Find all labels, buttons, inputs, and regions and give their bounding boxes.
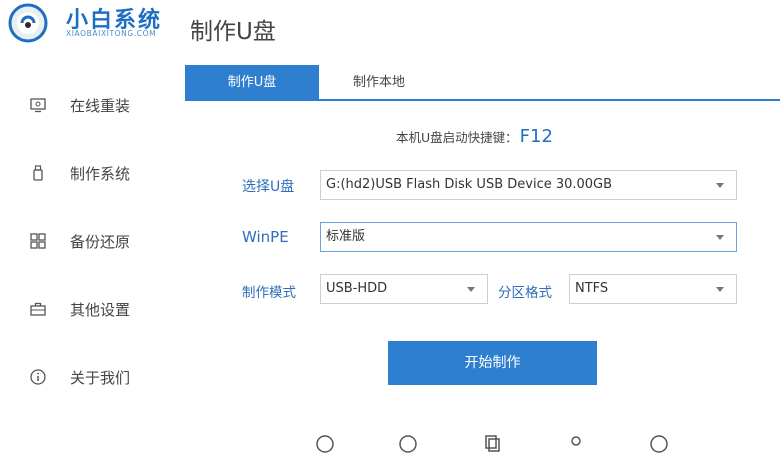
hotkey-hint: 本机U盘启动快捷键： F12 xyxy=(396,126,553,147)
mode-select[interactable]: USB-HDD xyxy=(320,274,488,304)
sidebar-item-make-system[interactable]: 制作系统 xyxy=(0,153,180,193)
sidebar-item-about-us[interactable]: 关于我们 xyxy=(0,357,180,397)
info-icon xyxy=(28,367,48,387)
circle-icon[interactable] xyxy=(649,434,669,454)
start-button[interactable]: 开始制作 xyxy=(388,341,597,385)
sidebar-item-label: 备份还原 xyxy=(70,232,131,251)
circle-icon[interactable] xyxy=(315,434,335,454)
bottom-toolbar xyxy=(0,428,780,453)
sidebar-item-label: 制作系统 xyxy=(70,164,131,183)
mode-select-label: 制作模式 xyxy=(242,285,296,301)
usb-select-label: 选择U盘 xyxy=(242,179,295,195)
chevron-down-icon xyxy=(467,287,475,292)
usb-device-select[interactable]: G:(hd2)USB Flash Disk USB Device 30.00GB xyxy=(320,170,737,200)
winpe-select[interactable]: 标准版 xyxy=(320,222,737,252)
usb-drive-icon xyxy=(28,163,48,183)
usb-device-value: G:(hd2)USB Flash Disk USB Device 30.00GB xyxy=(326,177,613,192)
tab-make-local[interactable]: 制作本地 xyxy=(319,65,439,101)
sidebar-item-label: 在线重装 xyxy=(70,96,131,115)
sidebar-item-online-reinstall[interactable]: 在线重装 xyxy=(0,85,180,125)
tab-make-usb[interactable]: 制作U盘 xyxy=(185,65,319,101)
user-icon[interactable] xyxy=(566,434,586,454)
chevron-down-icon xyxy=(716,287,724,292)
partition-format-select[interactable]: NTFS xyxy=(569,274,737,304)
sidebar-item-backup-restore[interactable]: 备份还原 xyxy=(0,221,180,261)
tab-underline xyxy=(185,99,780,101)
logo-subtitle: XIAOBAIXITONG.COM xyxy=(66,29,157,38)
sidebar-item-other-settings[interactable]: 其他设置 xyxy=(0,289,180,329)
briefcase-icon xyxy=(28,299,48,319)
winpe-value: 标准版 xyxy=(326,229,366,244)
winpe-select-label: WinPE xyxy=(242,228,289,246)
partition-format-value: NTFS xyxy=(575,281,609,296)
hotkey-key: F12 xyxy=(519,126,553,147)
sidebar-item-label: 其他设置 xyxy=(70,300,131,319)
partition-select-label: 分区格式 xyxy=(498,285,552,301)
hotkey-hint-text: 本机U盘启动快捷键： xyxy=(396,130,518,145)
copy-icon[interactable] xyxy=(482,434,502,454)
app-logo: 小白系统 XIAOBAIXITONG.COM xyxy=(8,2,173,43)
chevron-down-icon xyxy=(716,235,724,240)
logo-mark-icon xyxy=(8,3,48,43)
page-title: 制作U盘 xyxy=(190,19,276,45)
mode-value: USB-HDD xyxy=(326,281,388,296)
monitor-icon xyxy=(28,95,48,115)
grid-icon xyxy=(28,231,48,251)
sidebar-item-label: 关于我们 xyxy=(70,368,131,387)
tab-bar: 制作U盘 制作本地 xyxy=(185,65,780,101)
circle-icon[interactable] xyxy=(398,434,418,454)
chevron-down-icon xyxy=(716,183,724,188)
